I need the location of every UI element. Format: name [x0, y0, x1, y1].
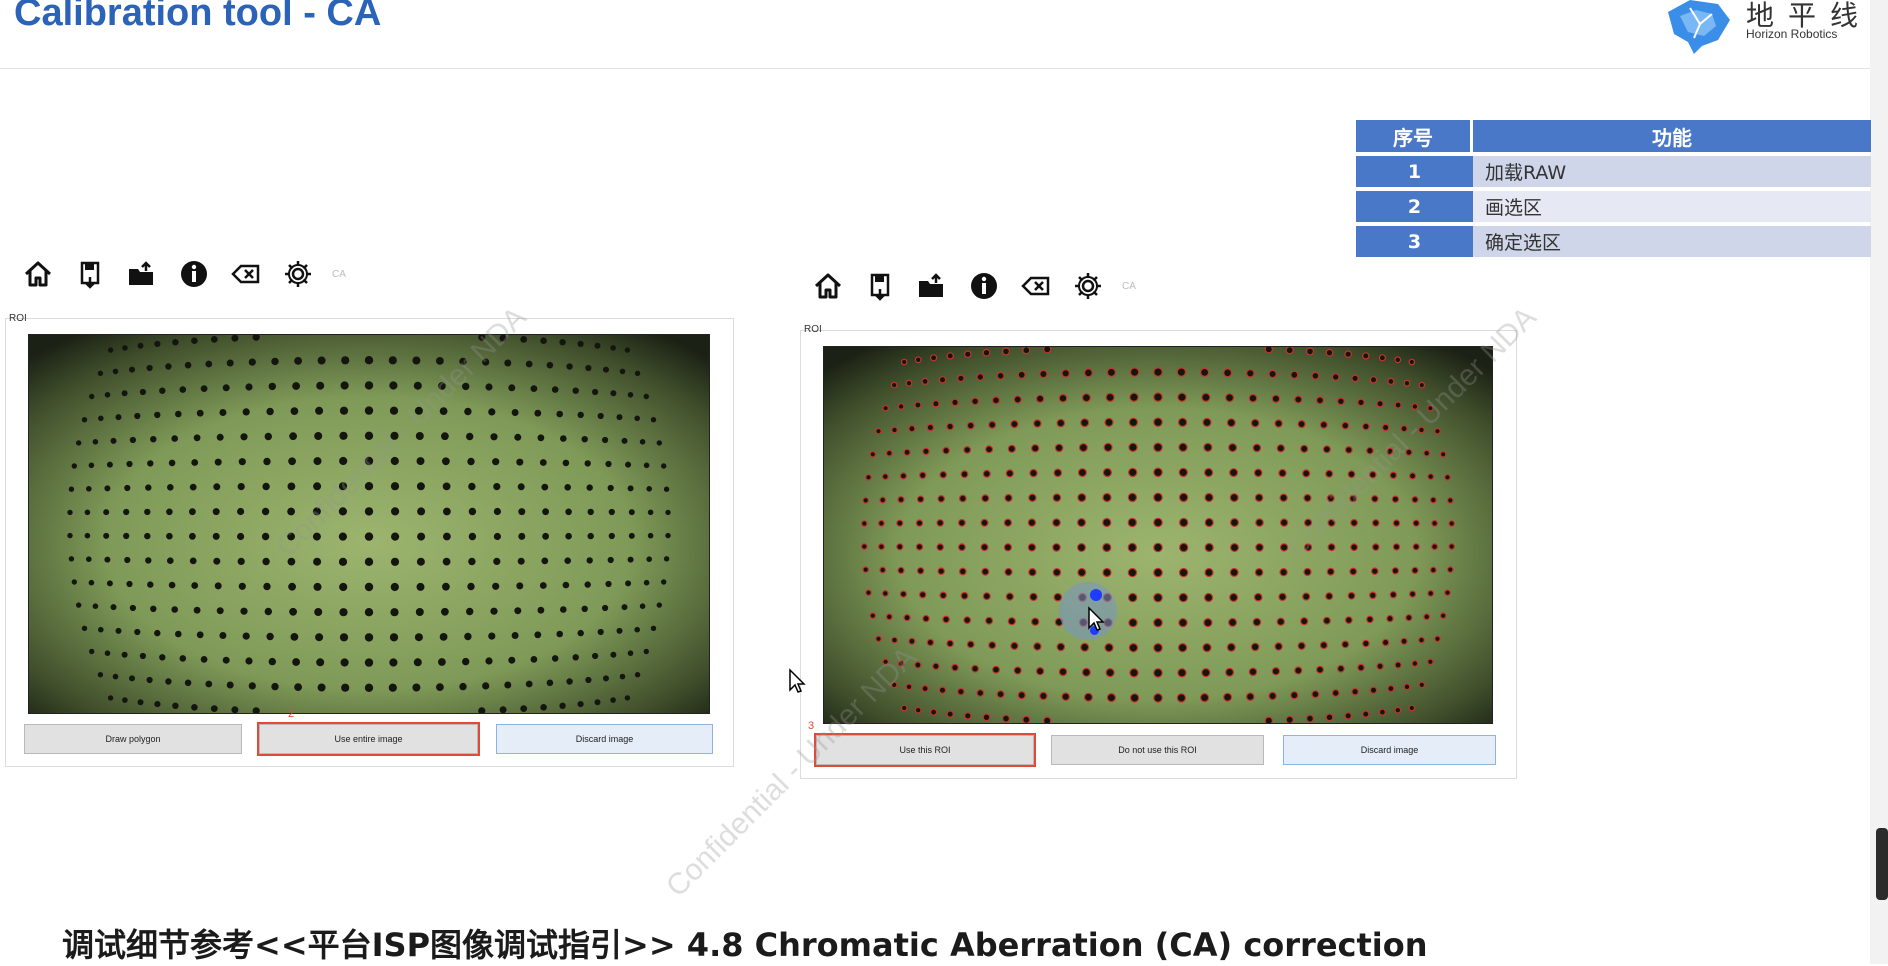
home-icon[interactable]: [810, 268, 846, 304]
page-title: Calibration tool - CA: [14, 0, 382, 34]
right-toolbar: CA: [810, 266, 1136, 306]
side-widget[interactable]: [1876, 828, 1888, 900]
right-roi-label: ROI: [804, 324, 822, 335]
table-cell-num: 3: [1356, 226, 1473, 257]
table-header-row: 序号 功能: [1356, 120, 1871, 152]
left-calibration-image[interactable]: [28, 334, 710, 714]
table-header-num: 序号: [1356, 120, 1473, 152]
use-entire-image-button[interactable]: Use entire image: [257, 722, 480, 756]
dot-grid-left: [29, 335, 709, 713]
step-marker-2: 2: [288, 708, 295, 720]
table-row: 3 确定选区: [1356, 226, 1871, 257]
draw-polygon-button[interactable]: Draw polygon: [24, 724, 242, 754]
table-cell-text: 画选区: [1473, 191, 1871, 222]
right-calibration-image[interactable]: [823, 346, 1493, 724]
toolbar-label: CA: [1122, 280, 1136, 292]
toolbar-label: CA: [332, 268, 346, 280]
table-cell-num: 2: [1356, 191, 1473, 222]
do-not-use-roi-button[interactable]: Do not use this ROI: [1051, 735, 1264, 765]
use-this-roi-button[interactable]: Use this ROI: [814, 733, 1036, 767]
mouse-cursor-icon: [1088, 606, 1105, 631]
delete-icon[interactable]: [1018, 268, 1054, 304]
table-cell-text: 确定选区: [1473, 226, 1871, 257]
brain-logo-icon: [1668, 0, 1730, 54]
mouse-cursor-icon: [789, 668, 806, 693]
reference-caption: 调试细节参考<<平台ISP图像调试指引>> 4.8 Chromatic Aber…: [62, 926, 1428, 964]
right-edge-strip: [1870, 0, 1888, 964]
home-icon[interactable]: [20, 256, 56, 292]
open-folder-icon[interactable]: [124, 256, 160, 292]
open-folder-icon[interactable]: [914, 268, 950, 304]
delete-icon[interactable]: [228, 256, 264, 292]
roi-point-marker[interactable]: [1090, 589, 1102, 601]
settings-icon[interactable]: [280, 256, 316, 292]
table-header-func: 功能: [1473, 120, 1871, 152]
header-divider: [0, 68, 1870, 69]
table-row: 1 加载RAW: [1356, 156, 1871, 187]
table-cell-text: 加载RAW: [1473, 156, 1871, 187]
info-icon[interactable]: [966, 268, 1002, 304]
save-icon[interactable]: [72, 256, 108, 292]
discard-image-button[interactable]: Discard image: [1283, 735, 1496, 765]
table-row: 2 画选区: [1356, 191, 1871, 222]
function-table: 序号 功能 1 加载RAW 2 画选区 3 确定选区: [1356, 116, 1871, 261]
left-toolbar: CA: [20, 254, 346, 294]
left-roi-label: ROI: [9, 313, 27, 324]
table-cell-num: 1: [1356, 156, 1473, 187]
info-icon[interactable]: [176, 256, 212, 292]
logo-en-text: Horizon Robotics: [1746, 27, 1838, 41]
dot-grid-right: [824, 347, 1492, 723]
settings-icon[interactable]: [1070, 268, 1106, 304]
discard-image-button[interactable]: Discard image: [496, 724, 713, 754]
save-icon[interactable]: [862, 268, 898, 304]
